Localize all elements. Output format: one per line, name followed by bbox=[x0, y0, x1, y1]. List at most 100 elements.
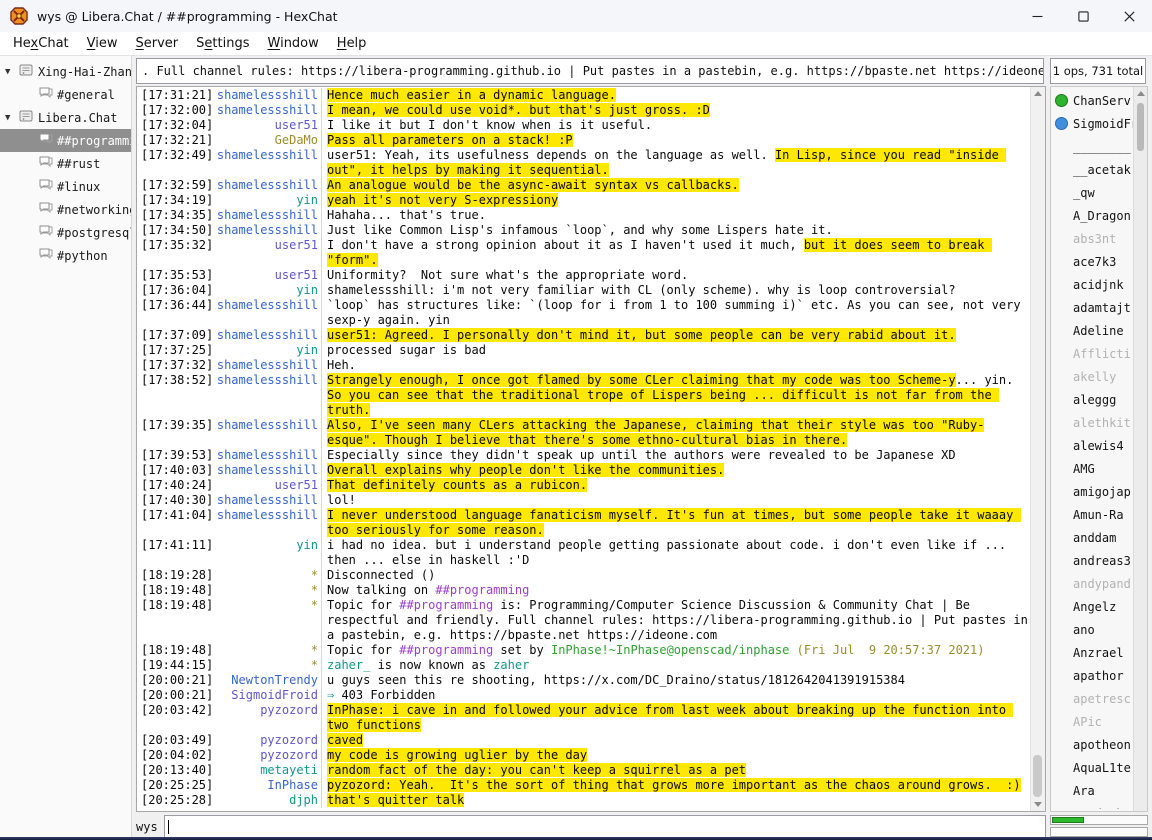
chat-message-row: [17:41:04]shamelessshillI never understo… bbox=[137, 508, 1030, 538]
user-list-item[interactable]: Anzrael bbox=[1051, 641, 1133, 664]
highlighted-text: Strangely enough, I once got flamed by s… bbox=[327, 373, 956, 387]
nick: shamelessshill bbox=[215, 418, 321, 448]
expander-icon[interactable]: ▼ bbox=[5, 113, 19, 123]
sidebar-item-##programming[interactable]: ##programming bbox=[0, 129, 131, 152]
sidebar-item-#linux[interactable]: #linux bbox=[0, 175, 131, 198]
sidebar-item-#python[interactable]: #python bbox=[0, 244, 131, 267]
user-list-item[interactable]: _qw bbox=[1051, 181, 1133, 204]
nick: yin bbox=[215, 343, 321, 358]
chat-message-row: [20:03:42]pyzozordInPhase: i cave in and… bbox=[137, 703, 1030, 733]
nick: metayeti bbox=[215, 763, 321, 778]
user-list-item[interactable]: AquaL1te bbox=[1051, 756, 1133, 779]
text-segment: I don't have a strong opinion about it a… bbox=[327, 238, 804, 252]
user-nick-label: Afflicti bbox=[1073, 347, 1133, 361]
user-nick-label: ano bbox=[1073, 623, 1133, 637]
user-list-item[interactable]: apotheon bbox=[1051, 733, 1133, 756]
user-list-item[interactable]: Angelz bbox=[1051, 595, 1133, 618]
chat-message-row: [17:34:19]yinyeah it's not very S-expres… bbox=[137, 193, 1030, 208]
user-list-item[interactable]: AMG bbox=[1051, 457, 1133, 480]
timestamp: [17:37:09] bbox=[141, 328, 215, 343]
menu-item-server[interactable]: Server bbox=[127, 34, 188, 53]
text-segment: i had no idea. but i understand people g… bbox=[327, 538, 1013, 567]
user-list-item[interactable]: andypand bbox=[1051, 572, 1133, 595]
nick: user51 bbox=[215, 478, 321, 493]
timestamp: [17:40:24] bbox=[141, 478, 215, 493]
text-segment: ##programming bbox=[399, 598, 493, 612]
chat-area[interactable]: [17:31:21]shamelessshillHence much easie… bbox=[136, 86, 1046, 812]
user-list-item[interactable]: __acetak bbox=[1051, 158, 1133, 181]
user-nick-label: AquaL1te bbox=[1073, 761, 1133, 775]
sidebar-item-#general[interactable]: #general bbox=[0, 83, 131, 106]
user-list-item[interactable]: Ara bbox=[1051, 779, 1133, 802]
user-list-item[interactable]: adamtajt bbox=[1051, 296, 1133, 319]
sidebar-item-xing-hai-zhan[interactable]: ▼Xing-Hai-Zhan bbox=[0, 60, 131, 83]
user-nick-label: ________ bbox=[1073, 140, 1133, 154]
user-list-item[interactable]: aleggg bbox=[1051, 388, 1133, 411]
chat-message-row: [20:25:25]InPhasepyzozord: Yeah. It's th… bbox=[137, 778, 1030, 793]
user-nick-label: SigmoidFroid bbox=[1073, 117, 1133, 131]
user-list-item[interactable]: alewis4 bbox=[1051, 434, 1133, 457]
user-list-item[interactable]: aradesh bbox=[1051, 802, 1133, 809]
user-list-item[interactable]: ace7k3 bbox=[1051, 250, 1133, 273]
userlist-scrollbar-thumb[interactable] bbox=[1137, 103, 1144, 151]
timestamp: [17:39:35] bbox=[141, 418, 215, 448]
hexchat-window: wys @ Libera.Chat / ##programming - HexC… bbox=[0, 0, 1152, 840]
menu-item-window[interactable]: Window bbox=[259, 34, 328, 53]
user-list-item[interactable]: acidjnk bbox=[1051, 273, 1133, 296]
menu-item-view[interactable]: View bbox=[78, 34, 127, 53]
user-list-item[interactable]: andreas3 bbox=[1051, 549, 1133, 572]
chat-message-row: [18:19:28]*Disconnected () bbox=[137, 568, 1030, 583]
topic-input[interactable]: . Full channel rules: https://libera-pro… bbox=[136, 58, 1044, 84]
scroll-up-icon[interactable] bbox=[1034, 91, 1042, 96]
sidebar-item-#postgresql[interactable]: #postgresql bbox=[0, 221, 131, 244]
message-text: processed sugar is bad bbox=[321, 343, 1030, 358]
message-text: that's quitter talk bbox=[321, 793, 1030, 808]
close-button[interactable] bbox=[1106, 0, 1152, 32]
user-list-item[interactable]: Amun-Ra bbox=[1051, 503, 1133, 526]
user-list-item[interactable]: apathor bbox=[1051, 664, 1133, 687]
chat-message-row: [20:00:21]NewtonTrendyu guys seen this r… bbox=[137, 673, 1030, 688]
user-list-item[interactable]: A_Dragon bbox=[1051, 204, 1133, 227]
maximize-button[interactable] bbox=[1060, 0, 1106, 32]
user-list-item[interactable]: apetresc bbox=[1051, 687, 1133, 710]
sidebar-item-#networking[interactable]: #networking bbox=[0, 198, 131, 221]
user-list-item[interactable]: amigojap bbox=[1051, 480, 1133, 503]
user-list-item[interactable]: Adeline bbox=[1051, 319, 1133, 342]
userlist-scrollbar[interactable] bbox=[1133, 87, 1147, 811]
user-list-item[interactable]: ano bbox=[1051, 618, 1133, 641]
expander-icon[interactable]: ▼ bbox=[5, 67, 19, 77]
minimize-button[interactable] bbox=[1014, 0, 1060, 32]
highlighted-text: So you can see that the traditional trop… bbox=[327, 388, 999, 417]
message-text: yeah it's not very S-expressiony bbox=[321, 193, 1030, 208]
scroll-down-icon[interactable] bbox=[1034, 802, 1042, 807]
sidebar-item-liberachat[interactable]: ▼Libera.Chat bbox=[0, 106, 131, 129]
chat-scrollbar-thumb[interactable] bbox=[1033, 755, 1042, 797]
nick: pyzozord bbox=[215, 748, 321, 763]
message-text: Hahaha... that's true. bbox=[321, 208, 1030, 223]
menu-item-hexchat[interactable]: HexChat bbox=[4, 34, 78, 53]
user-nick-label: andypand bbox=[1073, 577, 1133, 591]
user-list-item[interactable]: ChanServ bbox=[1051, 89, 1133, 112]
user-list-item[interactable]: ________ bbox=[1051, 135, 1133, 158]
user-nick-label: Adeline bbox=[1073, 324, 1133, 338]
timestamp: [20:25:28] bbox=[141, 793, 215, 808]
chat-message-row: [17:34:35]shamelessshillHahaha... that's… bbox=[137, 208, 1030, 223]
text-segment: ⇒ bbox=[327, 688, 341, 702]
message-text: Heh. bbox=[321, 358, 1030, 373]
nick: user51 bbox=[215, 118, 321, 133]
message-input[interactable] bbox=[164, 815, 1046, 839]
menu-item-help[interactable]: Help bbox=[328, 34, 376, 53]
user-list-item[interactable]: abs3nt bbox=[1051, 227, 1133, 250]
user-list-item[interactable]: SigmoidFroid bbox=[1051, 112, 1133, 135]
user-list-item[interactable]: akelly bbox=[1051, 365, 1133, 388]
user-list-item[interactable]: anddam bbox=[1051, 526, 1133, 549]
menu-item-settings[interactable]: Settings bbox=[187, 34, 258, 53]
chat-scrollbar[interactable] bbox=[1030, 87, 1045, 811]
text-segment: InPhase!~InPhase@openscad/inphase bbox=[551, 643, 789, 657]
user-list-item[interactable]: alethkit bbox=[1051, 411, 1133, 434]
sidebar-item-##rust[interactable]: ##rust bbox=[0, 152, 131, 175]
userlist-scroll-up-icon[interactable] bbox=[1137, 91, 1145, 96]
user-list-item[interactable]: Afflicti bbox=[1051, 342, 1133, 365]
user-list-item[interactable]: APic bbox=[1051, 710, 1133, 733]
nick: shamelessshill bbox=[215, 493, 321, 508]
